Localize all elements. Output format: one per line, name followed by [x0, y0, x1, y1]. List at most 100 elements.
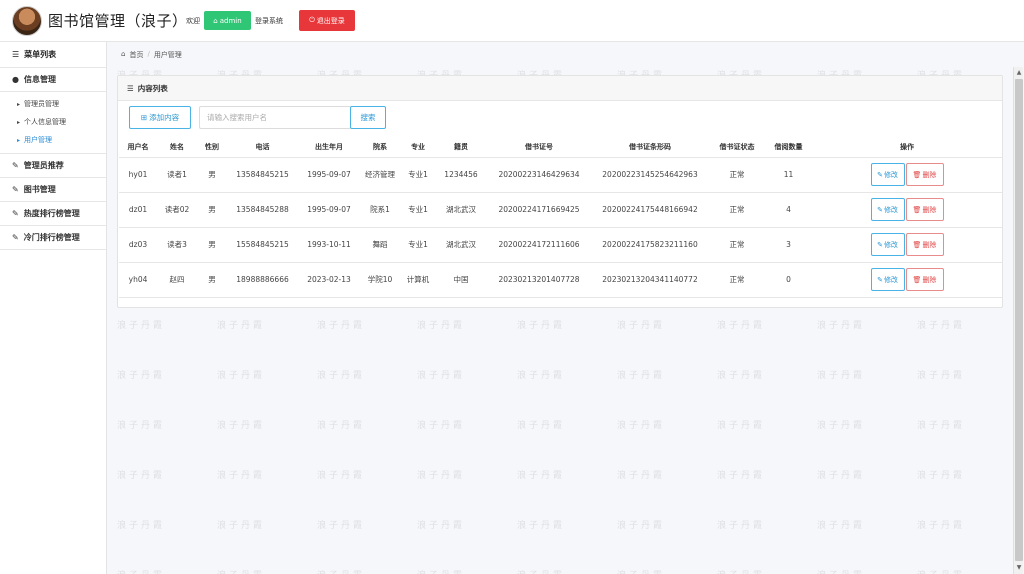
cell-card-barcode: 20230213204341140772 [592, 262, 708, 298]
cell-phone: 13584845215 [227, 157, 298, 193]
cell-phone: 15584845215 [227, 227, 298, 263]
watermark-text: 浪子丹霞 [417, 371, 466, 381]
user-button[interactable]: ⌂ admin [204, 11, 251, 30]
cell-department: 经济管理 [360, 157, 400, 193]
watermark-text: 浪子丹霞 [217, 521, 266, 531]
user-icon: ● [12, 75, 19, 84]
sidebar-item-label: 图书管理 [23, 185, 56, 194]
cell-username: hy01 [119, 157, 157, 193]
cell-actions: ✎ 修改 🗑 删除 [811, 227, 1003, 263]
cell-borrow-count: 3 [766, 227, 811, 263]
cell-card-number: 20200224172111606 [486, 227, 592, 263]
watermark-text: 浪子丹霞 [417, 321, 466, 331]
column-header: 院系 [360, 138, 400, 158]
edit-button[interactable]: ✎ 修改 [870, 268, 905, 291]
watermark-text: 浪子丹霞 [517, 421, 566, 431]
delete-button[interactable]: 🗑 删除 [905, 268, 944, 291]
cell-hometown: 中国 [436, 262, 486, 298]
logout-button[interactable]: ⏻ 退出登录 [299, 10, 355, 31]
sidebar-item-info[interactable]: ● 信息管理 [0, 68, 106, 92]
search-input[interactable] [199, 106, 351, 129]
watermark-text: 浪子丹霞 [317, 421, 366, 431]
toolbar: ⊞ 添加内容 搜索 [129, 106, 386, 129]
logout-label: 退出登录 [316, 16, 345, 25]
sidebar-item-user-manage[interactable]: ▸ 用户管理 [0, 131, 106, 149]
row-actions: ✎ 修改 🗑 删除 [811, 233, 1003, 256]
sidebar-item-cold-ranking[interactable]: ✎ 冷门排行榜管理 [0, 226, 106, 250]
breadcrumb-home[interactable]: 首页 [129, 50, 143, 60]
subitem-label: 个人信息管理 [24, 118, 67, 126]
cell-phone: 13584845288 [227, 192, 298, 228]
cell-card-status: 正常 [708, 192, 766, 228]
watermark-text: 浪子丹霞 [417, 568, 465, 574]
sidebar-item-label: 热度排行榜管理 [23, 209, 80, 218]
delete-label: 删除 [922, 205, 937, 214]
plus-square-icon: ⊞ [140, 113, 148, 122]
watermark-text: 浪子丹霞 [617, 521, 666, 531]
watermark-text: 浪子丹霞 [217, 371, 266, 381]
watermark-text: 浪子丹霞 [617, 421, 666, 431]
cell-card-status: 正常 [708, 157, 766, 193]
edit-button[interactable]: ✎ 修改 [870, 233, 905, 256]
column-header: 性别 [197, 138, 227, 158]
cell-card-number: 20200224171669425 [486, 192, 592, 228]
watermark-text: 浪子丹霞 [317, 371, 366, 381]
edit-label: 修改 [883, 240, 898, 249]
sidebar-item-hot-ranking[interactable]: ✎ 热度排行榜管理 [0, 202, 106, 226]
cell-department: 舞蹈 [360, 227, 400, 263]
watermark-text: 浪子丹霞 [617, 568, 665, 574]
watermark-text: 浪子丹霞 [817, 321, 866, 331]
delete-button[interactable]: 🗑 删除 [905, 198, 944, 221]
scroll-down-icon[interactable]: ▼ [1015, 564, 1023, 572]
cell-birth: 1993-10-11 [298, 227, 360, 263]
cell-department: 学院10 [360, 262, 400, 298]
page-scrollbar[interactable]: ▲ ▼ [1013, 67, 1023, 574]
watermark-text: 浪子丹霞 [117, 371, 166, 381]
trash-icon: 🗑 [912, 170, 922, 179]
table-row: dz03 读者3 男 15584845215 1993-10-11 舞蹈 专业1 湖北武汉 20… [119, 227, 1003, 263]
edit-button[interactable]: ✎ 修改 [870, 198, 905, 221]
watermark-text: 浪子丹霞 [717, 321, 766, 331]
cell-gender: 男 [197, 227, 227, 263]
cell-major: 计算机 [400, 262, 436, 298]
watermark-text: 浪子丹霞 [117, 471, 166, 481]
cell-birth: 1995-09-07 [298, 157, 360, 193]
watermark-text: 浪子丹霞 [717, 521, 766, 531]
edit-icon: ✎ [877, 205, 883, 214]
watermark-text: 浪子丹霞 [817, 371, 866, 381]
watermark-text: 浪子丹霞 [717, 421, 766, 431]
cell-major: 专业1 [400, 227, 436, 263]
watermark-text: 浪子丹霞 [217, 321, 266, 331]
avatar [12, 6, 42, 36]
add-content-button[interactable]: ⊞ 添加内容 [129, 106, 191, 129]
sidebar-item-admin-manage[interactable]: ▸ 管理员管理 [0, 95, 106, 113]
column-header: 操作 [811, 138, 1003, 158]
column-header: 借书证号 [486, 138, 592, 158]
delete-button[interactable]: 🗑 删除 [905, 163, 944, 186]
row-actions: ✎ 修改 🗑 删除 [811, 198, 1003, 221]
delete-label: 删除 [922, 170, 937, 179]
column-header: 借书证状态 [708, 138, 766, 158]
home-icon: ⌂ [121, 50, 126, 58]
search-button[interactable]: 搜索 [350, 106, 386, 129]
watermark-text: 浪子丹霞 [817, 568, 865, 574]
table-header-row: 用户名 姓名 性别 电话 出生年月 院系 专业 籍贯 借书证号 借书证条形码 借… [119, 138, 1003, 158]
cell-actions: ✎ 修改 🗑 删除 [811, 262, 1003, 298]
sidebar-item-profile-manage[interactable]: ▸ 个人信息管理 [0, 113, 106, 131]
watermark-text: 浪子丹霞 [717, 371, 766, 381]
sidebar-item-book-manage[interactable]: ✎ 图书管理 [0, 178, 106, 202]
table-body: hy01 读者1 男 13584845215 1995-09-07 经济管理 专业1 1234… [119, 157, 1003, 298]
home-icon: ⌂ [213, 16, 218, 25]
scroll-up-icon[interactable]: ▲ [1015, 69, 1023, 77]
watermark-text: 浪子丹霞 [517, 521, 566, 531]
watermark-text: 浪子丹霞 [917, 371, 966, 381]
column-header: 用户名 [119, 138, 157, 158]
edit-button[interactable]: ✎ 修改 [870, 163, 905, 186]
scroll-thumb[interactable] [1015, 79, 1023, 561]
delete-button[interactable]: 🗑 删除 [905, 233, 944, 256]
breadcrumb: ⌂ 首页 / 用户管理 [121, 50, 182, 60]
sidebar-item-admin-recommend[interactable]: ✎ 管理员推荐 [0, 154, 106, 178]
cell-birth: 2023-02-13 [298, 262, 360, 298]
cell-phone: 18988886666 [227, 262, 298, 298]
cell-birth: 1995-09-07 [298, 192, 360, 228]
